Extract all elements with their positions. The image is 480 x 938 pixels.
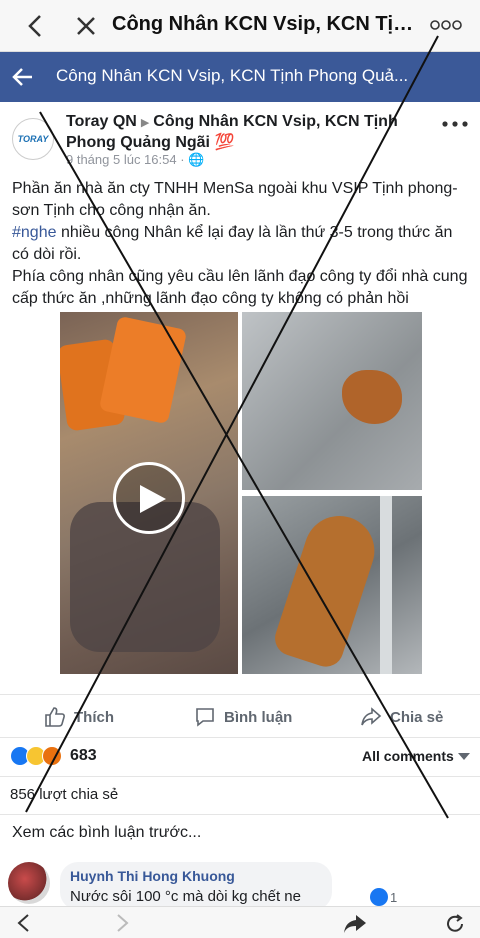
browser-bottom-bar bbox=[0, 906, 480, 938]
comment-bubble: Huynh Thi Hong Khuong Nước sôi 100 °c mà… bbox=[60, 862, 397, 910]
triangle-right-icon: ▶ bbox=[140, 117, 150, 129]
post-paragraph: Phần ăn nhà ăn cty TNHH MenSa ngoài khu … bbox=[12, 180, 458, 219]
browser-title: Công Nhân KCN Vsip, KCN Tịnh... bbox=[112, 13, 422, 35]
share-page-icon[interactable] bbox=[342, 913, 368, 935]
close-icon[interactable] bbox=[72, 12, 100, 40]
comment-button[interactable]: Bình luận bbox=[194, 705, 292, 729]
forward-icon[interactable] bbox=[112, 913, 132, 933]
comment-icon bbox=[196, 708, 214, 727]
photo-chicken-leg[interactable] bbox=[242, 496, 422, 674]
post-paragraph-text: nhiều công Nhân kể lại đay là lần thứ 3-… bbox=[12, 224, 453, 263]
comment-item: Huynh Thi Hong Khuong Nước sôi 100 °c mà… bbox=[8, 862, 478, 912]
post-options-icon[interactable] bbox=[440, 118, 470, 130]
post-actions: Thích Bình luận Chia sẻ bbox=[0, 694, 480, 738]
share-icon bbox=[361, 707, 382, 726]
food-chunk bbox=[342, 370, 402, 424]
share-count[interactable]: 856 lượt chia sẻ bbox=[10, 786, 118, 803]
share-label: Chia sẻ bbox=[390, 708, 444, 726]
divider bbox=[0, 776, 480, 777]
utensil bbox=[380, 496, 392, 674]
post-author[interactable]: Toray QN bbox=[66, 113, 137, 130]
share-button[interactable]: Chia sẻ bbox=[360, 705, 443, 729]
comment-like-count: 1 bbox=[390, 889, 398, 905]
photo-food-chunk[interactable] bbox=[242, 312, 422, 490]
reload-icon[interactable] bbox=[444, 913, 466, 935]
group-header-bar: Công Nhân KCN Vsip, KCN Tịnh Phong Quả..… bbox=[0, 52, 480, 102]
comment-text: Nước sôi 100 °c mà dòi kg chết ne bbox=[70, 888, 301, 905]
thumbs-up-icon bbox=[45, 707, 65, 727]
like-badge-icon bbox=[370, 888, 388, 906]
video-thumbnail[interactable] bbox=[60, 312, 238, 674]
view-previous-comments[interactable]: Xem các bình luận trước... bbox=[12, 824, 201, 842]
reaction-icons[interactable] bbox=[10, 746, 62, 766]
more-dots-icon[interactable] bbox=[428, 13, 464, 37]
hashtag-link[interactable]: #nghe bbox=[12, 224, 57, 241]
chevron-left-icon[interactable] bbox=[22, 12, 50, 40]
back-icon[interactable] bbox=[14, 913, 34, 933]
commenter-avatar[interactable] bbox=[8, 862, 50, 904]
post-media-grid bbox=[60, 312, 422, 674]
food-carrot bbox=[98, 315, 188, 425]
angry-reaction-icon bbox=[42, 746, 62, 766]
comment-label: Bình luận bbox=[224, 708, 293, 726]
comment-like-badge[interactable]: 1 bbox=[370, 888, 397, 906]
divider bbox=[0, 814, 480, 815]
like-label: Thích bbox=[74, 708, 114, 726]
caret-down-icon[interactable] bbox=[458, 753, 470, 760]
reaction-count[interactable]: 683 bbox=[70, 747, 97, 765]
play-icon[interactable] bbox=[113, 462, 185, 534]
all-comments-filter[interactable]: All comments bbox=[362, 748, 454, 764]
reactions-bar: 683 All comments bbox=[0, 742, 480, 772]
group-title[interactable]: Công Nhân KCN Vsip, KCN Tịnh Phong Quả..… bbox=[56, 66, 426, 86]
post-body: Phần ăn nhà ăn cty TNHH MenSa ngoài khu … bbox=[12, 178, 472, 310]
post-time[interactable]: 9 tháng 5 lúc 16:54 · 🌐 bbox=[66, 152, 204, 168]
comment-author[interactable]: Huynh Thi Hong Khuong bbox=[70, 868, 235, 884]
like-button[interactable]: Thích bbox=[44, 705, 114, 729]
post-author-line: Toray QN ▶ Công Nhân KCN Vsip, KCN Tịnh Ph… bbox=[66, 112, 426, 153]
avatar-logo-text: TORAY bbox=[17, 134, 49, 144]
post-paragraph: Phía công nhân cũng yêu cầu lên lãnh đạo… bbox=[12, 268, 468, 307]
arrow-left-icon[interactable] bbox=[10, 64, 36, 90]
browser-top-bar: Công Nhân KCN Vsip, KCN Tịnh... bbox=[0, 0, 480, 52]
post-paragraph: #nghe nhiều công Nhân kể lại đay là lần … bbox=[12, 222, 472, 266]
page-avatar[interactable]: TORAY bbox=[12, 118, 54, 160]
food-chicken-leg bbox=[270, 506, 384, 672]
post-header: TORAY Toray QN ▶ Công Nhân KCN Vsip, KCN T… bbox=[0, 102, 480, 174]
